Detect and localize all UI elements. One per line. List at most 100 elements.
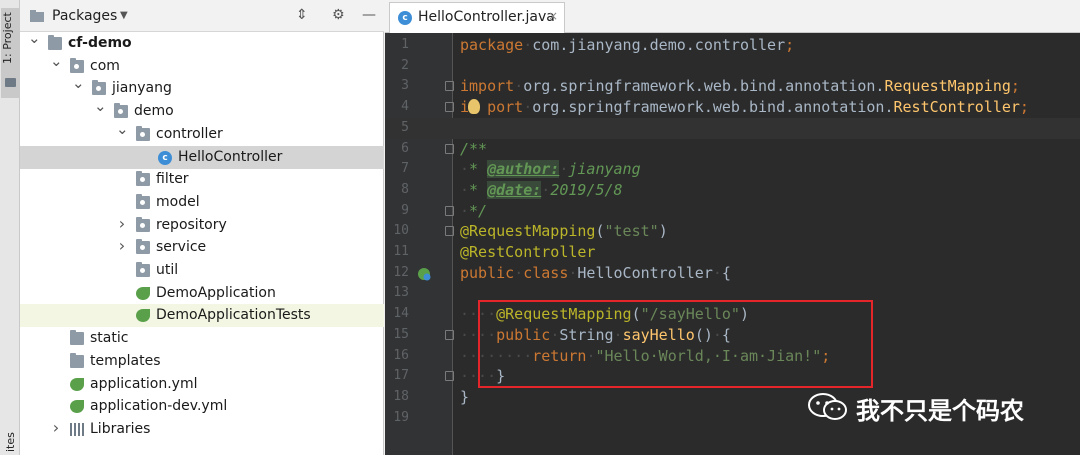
- collapse-all-icon[interactable]: ⇕: [296, 7, 308, 23]
- fold-marker-icon[interactable]: [445, 81, 454, 92]
- code-line[interactable]: 11 @RestController: [385, 242, 1080, 263]
- tree-item-label: demo: [134, 103, 174, 120]
- hide-icon[interactable]: —: [362, 7, 376, 23]
- code-line[interactable]: 9 ·*/: [385, 201, 1080, 222]
- tree-item-label: Libraries: [90, 420, 151, 437]
- code-line[interactable]: 2: [385, 56, 1080, 77]
- tree-item-label: jianyang: [112, 80, 172, 97]
- tree-item-label: cf-demo: [68, 35, 132, 51]
- view-selector[interactable]: Packages: [52, 8, 117, 24]
- fold-marker-icon[interactable]: [445, 226, 454, 237]
- resource-folder-icon: [70, 352, 84, 368]
- gear-icon[interactable]: ⚙: [332, 7, 345, 23]
- editor-tab-bar: c HelloController.java ×: [385, 0, 1080, 33]
- tree-item[interactable]: util: [20, 259, 384, 282]
- code-line[interactable]: 5: [385, 117, 1080, 139]
- code-text: ·*/: [460, 201, 488, 220]
- line-number: 15: [393, 326, 409, 342]
- package-icon: [136, 171, 150, 187]
- line-number: 3: [401, 78, 409, 94]
- line-number: 6: [401, 140, 409, 156]
- code-line[interactable]: 10 @RequestMapping("test"): [385, 221, 1080, 242]
- line-number: 1: [401, 37, 409, 52]
- tree-item[interactable]: templates: [20, 350, 384, 373]
- code-line[interactable]: 6 /**: [385, 139, 1080, 160]
- tree-item[interactable]: ⌄ demo: [20, 97, 384, 123]
- chevron-right-icon[interactable]: ›: [116, 214, 128, 233]
- tree-item[interactable]: static: [20, 327, 384, 350]
- chevron-down-icon[interactable]: ⌄: [72, 74, 85, 92]
- chevron-down-icon[interactable]: ▼: [120, 10, 128, 21]
- tree-item[interactable]: › repository: [20, 214, 384, 237]
- chevron-right-icon[interactable]: ›: [116, 236, 128, 255]
- package-icon: [92, 80, 106, 96]
- spring-bean-icon[interactable]: [416, 266, 432, 282]
- tree-item[interactable]: DemoApplication: [20, 282, 384, 305]
- highlight-box: [478, 300, 873, 388]
- tree-item[interactable]: › Libraries: [20, 418, 384, 441]
- code-line[interactable]: 1 package·com.jianyang.demo.controller;: [385, 35, 1080, 56]
- tree-item[interactable]: application-dev.yml: [20, 395, 384, 418]
- code-text: package·com.jianyang.demo.controller;: [460, 36, 795, 54]
- line-number: 11: [393, 244, 409, 259]
- tree-item-label: DemoApplication: [156, 284, 276, 301]
- tree-item[interactable]: filter: [20, 168, 384, 191]
- libraries-icon: [70, 422, 84, 436]
- code-line[interactable]: 7 ·* @author:·jianyang: [385, 159, 1080, 180]
- line-number: 8: [401, 181, 409, 197]
- editor-tab-hellocontroller[interactable]: c HelloController.java ×: [389, 2, 565, 33]
- tree-item[interactable]: ⌄ jianyang: [20, 74, 384, 100]
- chevron-down-icon[interactable]: ⌄: [116, 120, 129, 138]
- folder-icon: [5, 78, 16, 87]
- tree-item[interactable]: application.yml: [20, 373, 384, 396]
- fold-marker-icon[interactable]: [445, 205, 454, 216]
- favorites-tool-tab-label[interactable]: ites: [4, 392, 17, 452]
- code-line[interactable]: 12 public·class·HelloController·{: [385, 263, 1080, 284]
- chevron-down-icon[interactable]: ⌄: [50, 52, 63, 70]
- tree-item[interactable]: ⌄ cf-demo: [20, 29, 384, 55]
- tree-item[interactable]: ⌄ controller: [20, 120, 384, 146]
- tree-item-label: static: [90, 330, 129, 347]
- code-text: @RestController: [460, 243, 596, 261]
- code-text: ·* @author:·jianyang: [460, 160, 641, 179]
- tool-window-strip: 1: Project ites: [0, 0, 20, 455]
- code-text: ·* @date:·2019/5/8: [460, 180, 623, 199]
- tree-item-label: application.yml: [90, 375, 198, 392]
- tree-item[interactable]: c HelloController: [20, 145, 384, 169]
- code-line[interactable]: 8 ·* @date:·2019/5/8: [385, 180, 1080, 201]
- line-number: 2: [401, 57, 409, 73]
- chevron-right-icon[interactable]: ›: [50, 418, 62, 437]
- java-class-icon: c: [398, 11, 412, 25]
- line-number: 14: [393, 306, 409, 322]
- code-text: import·org.springframework.web.bind.anno…: [460, 77, 1020, 96]
- project-tool-tab[interactable]: 1: Project: [1, 8, 19, 98]
- chevron-down-icon[interactable]: ⌄: [94, 97, 107, 115]
- tree-item-label: filter: [156, 171, 189, 188]
- close-icon[interactable]: ×: [548, 9, 558, 23]
- spring-boot-class-icon: [136, 286, 150, 300]
- chevron-down-icon[interactable]: ⌄: [28, 29, 41, 47]
- fold-marker-icon[interactable]: [445, 371, 454, 382]
- tree-item[interactable]: DemoApplicationTests: [20, 304, 384, 328]
- project-panel-header: Packages ▼ ⇕ ⚙ —: [20, 0, 384, 32]
- tree-item[interactable]: › service: [20, 236, 384, 259]
- tree-item[interactable]: model: [20, 191, 384, 214]
- fold-marker-icon[interactable]: [445, 102, 454, 113]
- code-text: @RequestMapping("test"): [460, 222, 668, 241]
- module-folder-icon: [48, 35, 62, 50]
- wechat-icon: [808, 393, 847, 420]
- package-icon: [70, 57, 84, 73]
- code-text: i port·org.springframework.web.bind.anno…: [460, 98, 1029, 117]
- tree-item-label: controller: [156, 125, 223, 142]
- tree-item-label: repository: [156, 216, 227, 233]
- fold-marker-icon[interactable]: [445, 329, 454, 340]
- line-number: 16: [393, 347, 409, 363]
- packages-view-icon: [30, 10, 44, 22]
- code-line[interactable]: 3 import·org.springframework.web.bind.ann…: [385, 76, 1080, 97]
- line-number: 12: [393, 264, 409, 280]
- fold-marker-icon[interactable]: [445, 143, 454, 154]
- package-icon: [136, 125, 150, 141]
- code-line[interactable]: 4 i port·org.springframework.web.bind.ann…: [385, 97, 1080, 118]
- java-class-icon: c: [158, 150, 172, 165]
- line-number: 17: [393, 368, 409, 384]
